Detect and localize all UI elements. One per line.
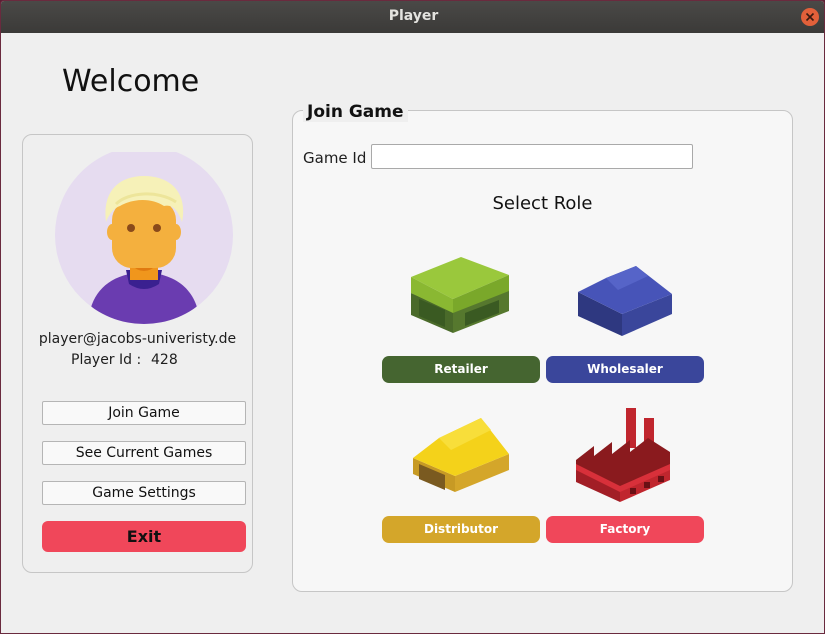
exit-button[interactable]: Exit [42, 521, 246, 552]
distributor-button[interactable]: Distributor [382, 516, 540, 543]
avatar-icon [55, 152, 233, 324]
player-id-row: Player Id : 428 [71, 352, 178, 368]
select-role-heading: Select Role [492, 193, 593, 214]
join-game-legend: Join Game [303, 102, 408, 122]
close-button[interactable] [801, 8, 819, 26]
distributor-building-icon[interactable] [411, 416, 511, 492]
window-title: Player [388, 8, 439, 24]
join-game-panel: Join Game Game Id Select Role Retailer W… [292, 102, 793, 592]
profile-panel: player@jacobs-univeristy.de Player Id : 4… [22, 134, 253, 573]
player-id-value: 428 [151, 352, 178, 368]
player-id-label: Player Id : [71, 352, 142, 368]
factory-button[interactable]: Factory [546, 516, 704, 543]
wholesaler-button[interactable]: Wholesaler [546, 356, 704, 383]
game-id-label: Game Id [303, 149, 367, 167]
wholesaler-building-icon[interactable] [576, 264, 674, 338]
see-current-games-button[interactable]: See Current Games [42, 441, 246, 465]
game-id-input[interactable] [371, 144, 693, 169]
retailer-button[interactable]: Retailer [382, 356, 540, 383]
title-bar[interactable]: Player [1, 1, 824, 33]
factory-building-icon[interactable] [574, 406, 674, 502]
welcome-heading: Welcome [62, 64, 200, 99]
retailer-building-icon[interactable] [409, 255, 513, 335]
game-settings-button[interactable]: Game Settings [42, 481, 246, 505]
player-email: player@jacobs-univeristy.de [38, 331, 237, 347]
close-icon [805, 12, 815, 22]
player-window: Player Welcome player@jacobs-univeristy.… [0, 0, 825, 634]
join-game-button[interactable]: Join Game [42, 401, 246, 425]
